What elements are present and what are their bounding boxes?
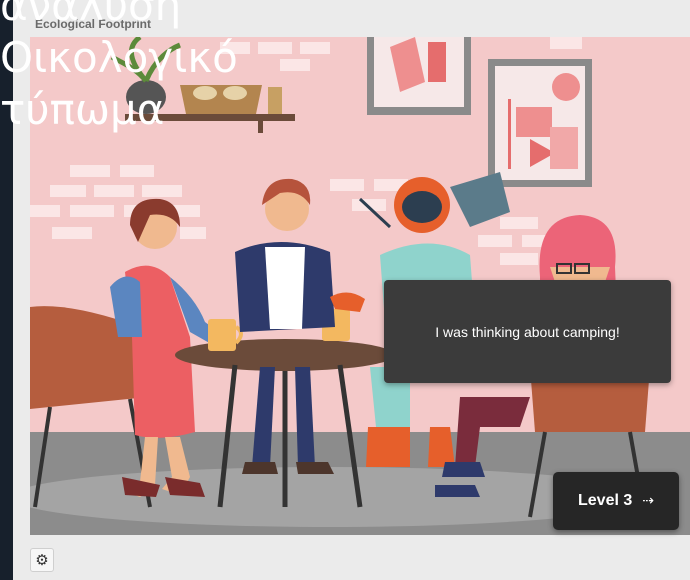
app-title: Ecological Footprint <box>35 17 151 31</box>
settings-button[interactable]: ⚙ <box>30 548 54 572</box>
top-bar: Ecological Footprint <box>13 0 690 36</box>
arrow-right-icon: ⇢ <box>642 493 654 509</box>
speech-bubble: I was thinking about camping! <box>384 280 671 383</box>
level-button[interactable]: Level 3 ⇢ <box>553 472 679 530</box>
gear-icon: ⚙ <box>35 550 49 569</box>
bottom-bar: ⚙ <box>13 537 690 580</box>
level-button-label: Level 3 <box>578 492 633 509</box>
speech-bubble-text: I was thinking about camping! <box>435 323 620 340</box>
left-edge-strip <box>0 0 12 580</box>
